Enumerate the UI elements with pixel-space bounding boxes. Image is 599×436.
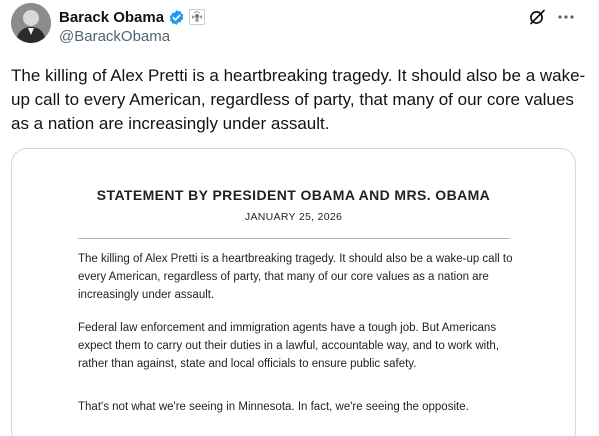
statement-date: JANUARY 25, 2026 bbox=[244, 211, 343, 223]
grok-icon[interactable] bbox=[528, 8, 546, 26]
author-name-row: Barack Obama bbox=[59, 6, 206, 28]
avatar[interactable] bbox=[11, 3, 51, 43]
statement-paragraph: The killing of Alex Pretti is a heartbre… bbox=[78, 253, 513, 302]
more-options-icon[interactable] bbox=[557, 9, 575, 25]
avatar-photo bbox=[11, 3, 51, 43]
statement-title: STATEMENT BY PRESIDENT OBAMA AND MRS. OB… bbox=[96, 187, 491, 203]
statement-paragraph: That's not what we're seeing in Minnesot… bbox=[78, 401, 469, 413]
statement-image[interactable]: STATEMENT BY PRESIDENT OBAMA AND MRS. OB… bbox=[11, 148, 576, 436]
tweet: Barack Obama @BarackObama The killing of… bbox=[0, 0, 599, 436]
verified-badge-icon[interactable] bbox=[168, 9, 185, 26]
tweet-text: The killing of Alex Pretti is a heartbre… bbox=[11, 66, 586, 133]
author-display-name[interactable]: Barack Obama bbox=[59, 9, 164, 26]
author-handle[interactable]: @BarackObama bbox=[59, 28, 170, 45]
government-seal-icon[interactable] bbox=[189, 9, 206, 25]
statement-paragraph: Federal law enforcement and immigration … bbox=[78, 322, 500, 371]
statement-divider bbox=[78, 238, 510, 239]
